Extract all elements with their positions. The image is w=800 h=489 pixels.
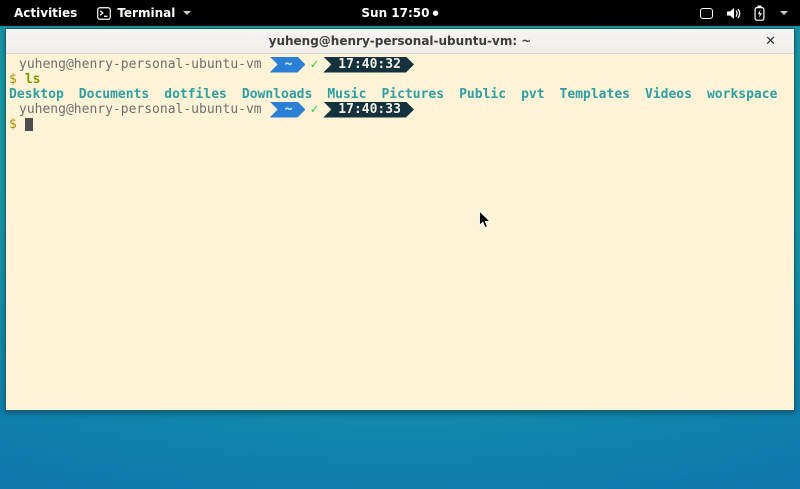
system-tray (700, 0, 800, 26)
prompt-cwd-segment: ~ (270, 57, 306, 73)
terminal-screen[interactable]: yuheng@henry-personal-ubuntu-vm ~ ✓ 17:4… (6, 54, 794, 410)
clock-label: Sun 17:50 (361, 6, 429, 20)
activities-label: Activities (14, 6, 77, 20)
clock-button[interactable]: Sun 17:50 ● (361, 0, 438, 26)
prompt-time-segment: 17:40:33 (323, 102, 414, 118)
directory-name: pvt (521, 87, 544, 102)
typed-command: ls (25, 72, 41, 87)
directory-name: Downloads (242, 87, 312, 102)
directory-name: Pictures (381, 87, 444, 102)
notification-dot-icon: ● (433, 10, 439, 17)
directory-name: Templates (560, 87, 630, 102)
ls-output-row: Desktop Documents dotfiles Downloads Mus… (9, 87, 791, 102)
prompt-time-segment: 17:40:32 (323, 57, 414, 73)
prompt-username: yuheng@henry-personal-ubuntu-vm (19, 102, 262, 117)
desktop: Activities Terminal Sun 17:50 ● (0, 0, 800, 489)
screen-share-icon[interactable] (700, 8, 713, 19)
app-menu-label: Terminal (117, 6, 175, 20)
directory-name: Desktop (9, 87, 64, 102)
input-line: $ (9, 117, 791, 132)
battery-charging-icon[interactable] (754, 5, 765, 21)
command-line: $ ls (9, 72, 791, 87)
window-title: yuheng@henry-personal-ubuntu-vm: ~ (269, 34, 532, 48)
close-button[interactable]: ✕ (765, 29, 776, 53)
prompt-symbol: $ (9, 72, 17, 87)
prompt-username: yuheng@henry-personal-ubuntu-vm (19, 57, 262, 72)
prompt-line-2: yuheng@henry-personal-ubuntu-vm ~ ✓ 17:4… (9, 102, 791, 117)
activities-button[interactable]: Activities (0, 0, 91, 26)
volume-icon[interactable] (726, 7, 741, 20)
prompt-line-1: yuheng@henry-personal-ubuntu-vm ~ ✓ 17:4… (9, 57, 791, 72)
system-menu-chevron-icon[interactable] (778, 11, 788, 15)
gnome-top-bar: Activities Terminal Sun 17:50 ● (0, 0, 800, 26)
terminal-window: yuheng@henry-personal-ubuntu-vm: ~ ✕ yuh… (5, 28, 795, 411)
prompt-symbol: $ (9, 117, 17, 132)
app-menu-terminal[interactable]: Terminal (91, 0, 197, 26)
directory-name: workspace (707, 87, 777, 102)
directory-name: Videos (645, 87, 692, 102)
prompt-cwd-segment: ~ (270, 102, 306, 118)
terminal-cursor (25, 118, 33, 131)
terminal-app-icon (97, 7, 111, 20)
chevron-down-icon (183, 11, 191, 15)
directory-name: Documents (79, 87, 149, 102)
directory-name: dotfiles (164, 87, 227, 102)
prompt-status-check-icon: ✓ (310, 102, 318, 117)
directory-name: Public (459, 87, 506, 102)
prompt-status-check-icon: ✓ (310, 57, 318, 72)
window-titlebar[interactable]: yuheng@henry-personal-ubuntu-vm: ~ ✕ (6, 29, 794, 54)
directory-name: Music (327, 87, 366, 102)
